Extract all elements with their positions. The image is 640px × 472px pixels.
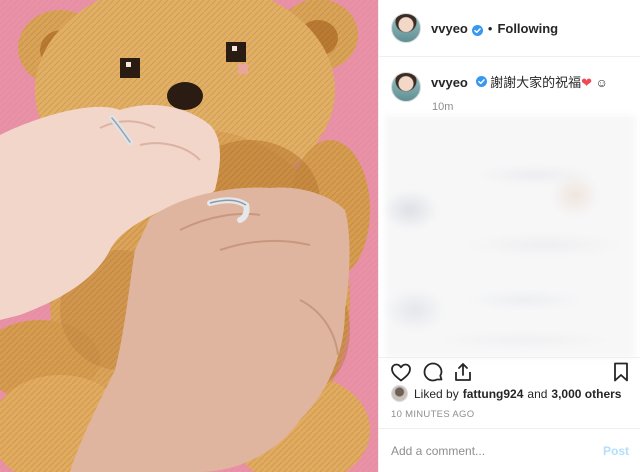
post-comment-button[interactable]: Post [603,444,629,458]
comment-input[interactable] [391,443,591,458]
caption-verified-badge-icon [475,74,487,87]
caption-avatar[interactable] [391,72,421,102]
author-username[interactable]: vvyeo [431,21,468,36]
liked-and: and [527,386,548,401]
bookmark-icon[interactable] [609,360,633,384]
action-bar [379,357,640,385]
caption-username[interactable]: vvyeo [431,75,468,90]
post-photo[interactable] [0,0,378,472]
caption-timestamp: 10m [432,101,454,113]
following-button[interactable]: Following [497,21,558,36]
post-side-panel: vvyeo • Following vvyeo 謝謝大家的祝福❤ ☺ 10m L… [378,0,640,472]
photo-illustration [0,0,378,472]
post-caption: vvyeo 謝謝大家的祝福❤ ☺ [391,72,631,102]
smile-emoji-icon: ☺ [595,76,608,90]
comment-bubble-icon[interactable] [421,360,445,384]
comment-bar: Post [379,428,640,472]
caption-text-block: vvyeo 謝謝大家的祝福❤ ☺ [431,72,608,92]
verified-badge-icon [471,23,483,36]
liker-avatar[interactable] [391,385,408,402]
caption-text: 謝謝大家的祝福 [490,75,582,90]
liked-others-link[interactable]: 3,000 others [551,387,621,401]
liked-prefix: Liked by [414,386,459,401]
post-time-ago[interactable]: 10 MINUTES AGO [391,409,474,420]
header-separator: • [487,20,493,36]
share-icon[interactable] [451,360,475,384]
liked-user-link[interactable]: fattung924 [463,387,524,401]
heart-emoji-icon: ❤ [581,75,593,90]
blurred-comments [385,115,635,358]
instagram-post-view: vvyeo • Following vvyeo 謝謝大家的祝福❤ ☺ 10m L… [0,0,640,472]
heart-icon[interactable] [389,360,413,384]
post-header: vvyeo • Following [379,0,640,57]
author-avatar[interactable] [391,13,421,43]
likes-summary: Liked by fattung924 and 3,000 others [391,385,621,402]
